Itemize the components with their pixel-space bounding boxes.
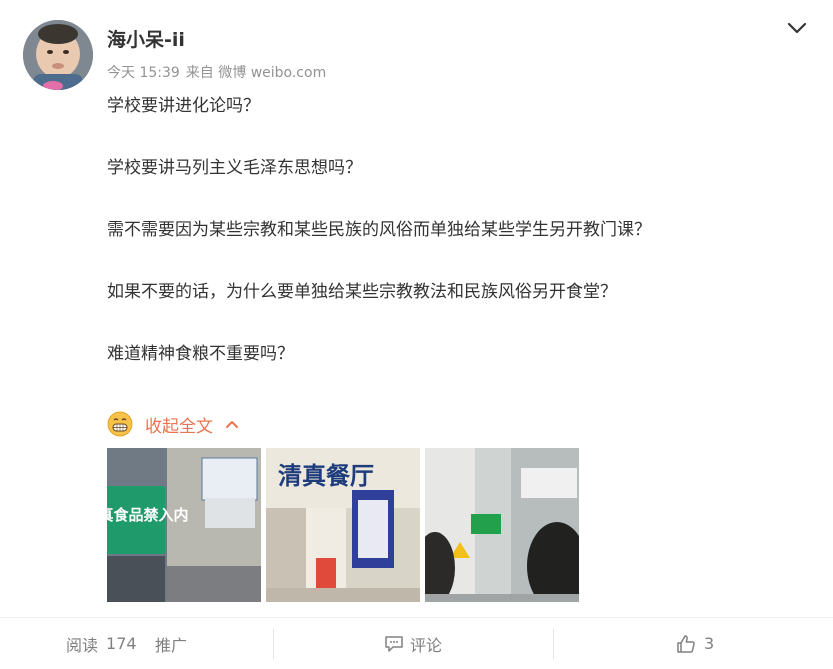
collapse-label: 收起全文 bbox=[145, 416, 213, 437]
post-paragraph: 学校要讲马列主义毛泽东思想吗？ bbox=[107, 158, 362, 178]
read-number: 174 bbox=[106, 634, 137, 653]
post-paragraph: 需不需要因为某些宗教和某些民族的风俗而单独给某些学生另开教门课？ bbox=[107, 220, 651, 240]
collapse-full-text-button[interactable]: 收起全文 bbox=[107, 410, 239, 438]
post-paragraph: 难道精神食粮不重要吗？ bbox=[107, 344, 294, 364]
thumbs-up-icon bbox=[677, 634, 695, 653]
avatar[interactable] bbox=[23, 20, 93, 90]
footer-divider bbox=[553, 629, 554, 659]
post-footer: 阅读 174 推广 评论 3 bbox=[0, 617, 833, 669]
post-content: 学校要讲进化论吗？ 学校要讲马列主义毛泽东思想吗？ 需不需要因为某些宗教和某些民… bbox=[107, 92, 787, 402]
post-time[interactable]: 今天 15:39 bbox=[107, 65, 180, 81]
like-button[interactable]: 3 bbox=[676, 618, 714, 669]
sign-text: 清真餐厅 bbox=[278, 462, 374, 490]
post-meta: 今天 15:39 来自 微博 weibo.com bbox=[107, 64, 332, 82]
comment-icon bbox=[385, 635, 403, 652]
post-source[interactable]: 来自 微博 weibo.com bbox=[186, 65, 326, 81]
read-count: 阅读 174 bbox=[66, 618, 137, 669]
grin-emoji-icon bbox=[107, 411, 133, 437]
chevron-down-icon[interactable] bbox=[786, 20, 808, 36]
photo-sign-no-halal-food[interactable]: 清真食品禁入内 bbox=[107, 448, 261, 602]
comment-button[interactable]: 评论 bbox=[384, 618, 442, 669]
post-paragraph: 如果不要的话，为什么要单独给某些宗教教法和民族风俗另开食堂？ bbox=[107, 282, 617, 302]
read-label: 阅读 bbox=[66, 635, 99, 655]
photo-corridor[interactable] bbox=[425, 448, 579, 602]
chevron-up-icon bbox=[226, 421, 238, 428]
promote-label: 推广 bbox=[155, 635, 188, 655]
promote-button[interactable]: 推广 bbox=[155, 618, 187, 669]
sign-text: 清真食品禁入内 bbox=[107, 506, 189, 524]
photo-halal-canteen[interactable]: 清真餐厅 bbox=[266, 448, 420, 602]
post-paragraph: 学校要讲进化论吗？ bbox=[107, 96, 260, 116]
username[interactable]: 海小呆-ii bbox=[107, 28, 185, 52]
footer-divider bbox=[273, 629, 274, 659]
like-count: 3 bbox=[704, 634, 715, 653]
comment-label: 评论 bbox=[410, 635, 443, 655]
avatar-image bbox=[23, 20, 93, 90]
